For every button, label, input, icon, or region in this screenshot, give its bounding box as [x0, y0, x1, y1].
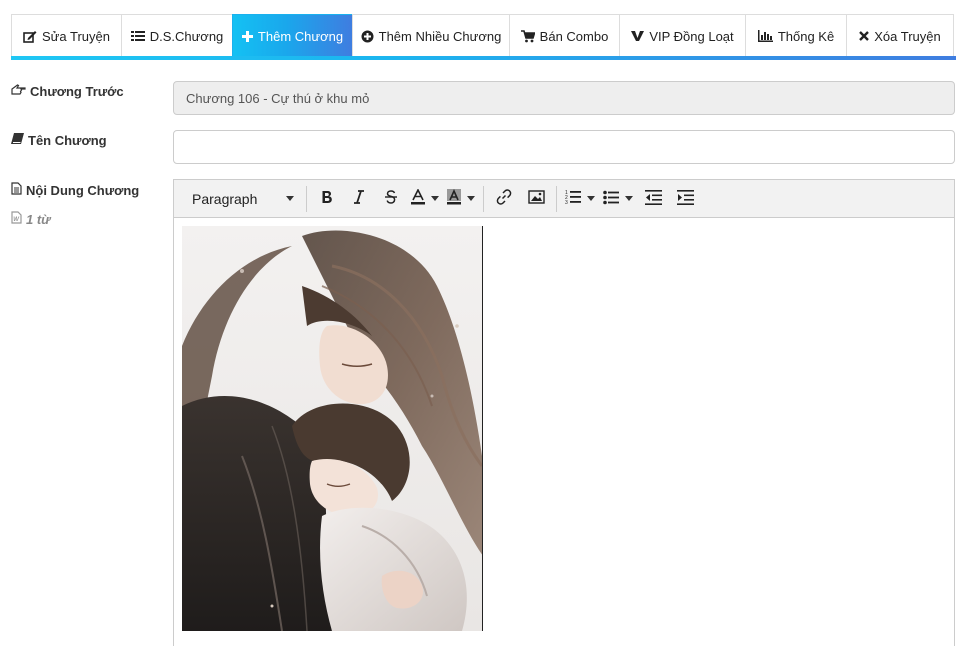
svg-text:W: W	[13, 217, 20, 223]
close-icon	[859, 31, 870, 41]
prev-chapter-field: Chương 106 - Cự thú ở khu mỏ	[173, 81, 955, 115]
chevron-down-icon	[431, 196, 439, 201]
editor-toolbar: Paragraph 1 2 3	[174, 180, 954, 218]
tab-label: Thêm Nhiều Chương	[378, 28, 502, 44]
tab-statistics[interactable]: Thống Kê	[745, 14, 846, 58]
chapter-content-label: Nội Dung Chương	[11, 182, 139, 198]
editor-content[interactable]	[174, 218, 954, 646]
cart-icon	[520, 29, 535, 43]
outdent-button[interactable]	[637, 185, 669, 213]
file-text-icon	[11, 182, 22, 198]
plus-circle-icon	[361, 30, 374, 43]
toolbar-divider	[483, 185, 484, 212]
tab-sell-combo[interactable]: Bán Combo	[509, 14, 619, 58]
ordered-list-button[interactable]: 123	[561, 185, 599, 213]
insert-link-button[interactable]	[488, 185, 520, 213]
text-color-icon	[411, 188, 425, 208]
chevron-down-icon	[286, 196, 294, 201]
bar-chart-icon	[757, 30, 773, 42]
chevron-down-icon	[625, 196, 633, 201]
tab-nav: Sửa Truyện D.S.Chương Thêm Chương Thêm N…	[11, 14, 954, 58]
prev-chapter-label: Chương Trước	[11, 84, 124, 99]
indent-button[interactable]	[669, 185, 701, 213]
italic-icon	[353, 190, 365, 207]
insert-image-button[interactable]	[520, 185, 552, 213]
word-count: W 1 từ	[11, 211, 50, 227]
rich-text-editor: Paragraph 1 2 3	[173, 179, 955, 646]
tab-label: Thống Kê	[777, 28, 835, 44]
hand-pointer-icon	[11, 84, 26, 99]
tab-label: Thêm Chương	[257, 28, 344, 44]
list-icon	[130, 30, 145, 42]
unordered-list-button[interactable]	[599, 185, 637, 213]
plus-icon	[241, 30, 253, 42]
tab-underline	[11, 56, 956, 60]
tab-label: VIP Đồng Loạt	[649, 28, 734, 44]
bold-button[interactable]	[311, 185, 343, 213]
word-file-icon: W	[11, 211, 22, 227]
tab-label: Xóa Truyện	[874, 28, 941, 44]
tab-label: Sửa Truyện	[42, 28, 110, 44]
strikethrough-icon	[384, 190, 398, 207]
link-icon	[496, 189, 512, 208]
tab-add-chapter[interactable]: Thêm Chương	[232, 14, 352, 58]
book-icon	[11, 133, 24, 148]
vip-icon	[631, 30, 645, 42]
block-format-select[interactable]: Paragraph	[182, 185, 302, 213]
outdent-icon	[644, 189, 662, 208]
background-color-button[interactable]	[443, 185, 479, 213]
chevron-down-icon	[467, 196, 475, 201]
tab-chapter-list[interactable]: D.S.Chương	[121, 14, 232, 58]
unordered-list-icon	[603, 190, 619, 208]
ordered-list-icon: 123	[565, 189, 581, 208]
chapter-name-label: Tên Chương	[11, 133, 107, 148]
tab-label: Bán Combo	[539, 28, 609, 44]
tab-add-multiple-chapters[interactable]: Thêm Nhiều Chương	[352, 14, 509, 58]
text-color-button[interactable]	[407, 185, 443, 213]
chapter-illustration[interactable]	[182, 226, 483, 631]
background-color-icon	[447, 189, 461, 208]
tab-label: D.S.Chương	[149, 28, 224, 44]
tab-edit-story[interactable]: Sửa Truyện	[11, 14, 121, 58]
italic-button[interactable]	[343, 185, 375, 213]
prev-chapter-value: Chương 106 - Cự thú ở khu mỏ	[186, 90, 370, 106]
edit-icon	[23, 30, 37, 43]
bold-icon	[321, 190, 333, 207]
svg-text:3: 3	[565, 200, 568, 205]
chapter-name-input[interactable]	[173, 130, 955, 164]
tab-bulk-vip[interactable]: VIP Đồng Loạt	[619, 14, 745, 58]
tab-delete-story[interactable]: Xóa Truyện	[846, 14, 954, 58]
toolbar-divider	[556, 185, 557, 212]
strikethrough-button[interactable]	[375, 185, 407, 213]
toolbar-divider	[306, 185, 307, 212]
chevron-down-icon	[587, 196, 595, 201]
indent-icon	[676, 189, 694, 208]
image-icon	[527, 190, 545, 207]
